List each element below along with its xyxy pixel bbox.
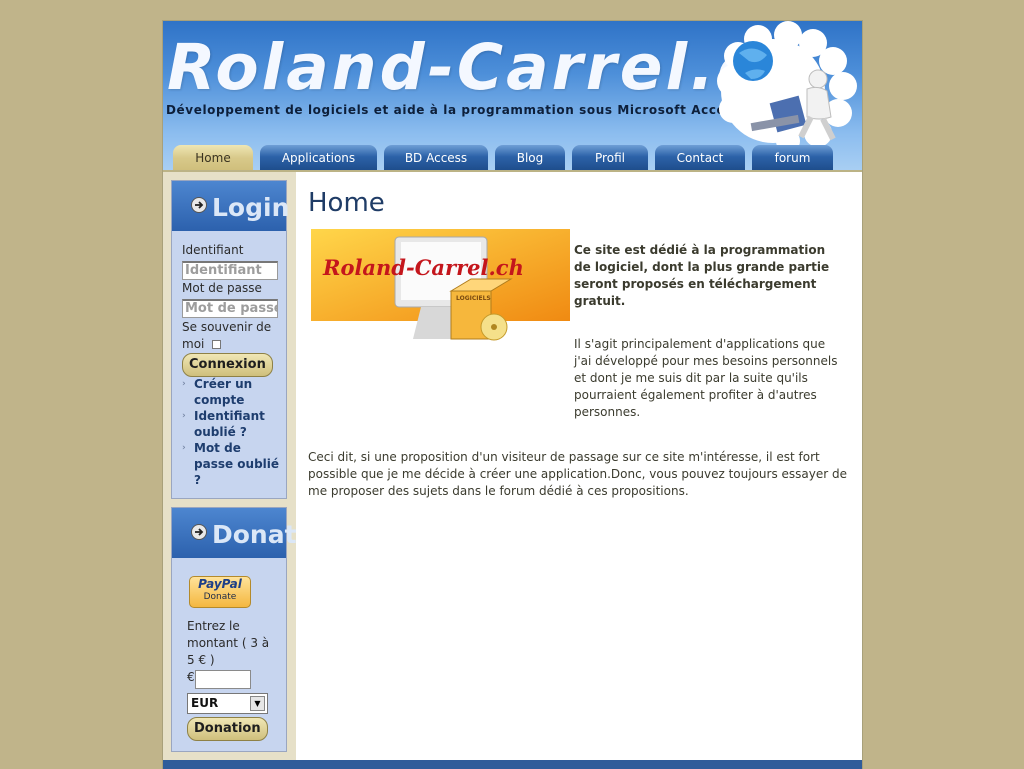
password-input[interactable]: Mot de passe [182,299,278,318]
bullet-icon: › [182,443,186,453]
paragraph-personal-apps: Il s'agit principalement d'applications … [574,337,838,419]
password-label: Mot de passe [182,281,262,295]
tab-profil[interactable]: Profil [572,145,648,171]
paypal-donate-text: Donate [203,592,237,602]
login-module: Login Form Identifiant Identifiant Mot d… [171,180,370,499]
site-header: Roland-Carrel.ch Développement de logici… [163,21,862,171]
intro-text: Ce site est dédié à la programmation de … [574,243,830,308]
currency-select[interactable]: EUR ▼ [187,693,268,714]
amount-label: Entrez le montant ( 3 à 5 € ) [187,619,270,667]
page-title: Home [308,188,385,218]
main-navigation: Home Applications BD Access Blog Profil … [163,145,862,171]
donation-module-header: Donation [172,508,340,558]
logo-text: Roland-Carrel.ch [323,255,524,280]
arrow-right-icon [191,197,207,213]
currency-select-value: EUR [191,696,219,710]
username-label: Identifiant [182,243,244,257]
donation-submit-button[interactable]: Donation [187,717,268,741]
bullet-icon: › [182,411,186,421]
main-content: Home Roland-Carrel.ch LOGICIELS Ce site … [296,172,862,769]
remember-me-checkbox[interactable] [212,340,222,349]
logo-box-label: LOGICIELS [456,295,491,302]
amount-input[interactable] [195,670,251,689]
donation-module: Donation PayPal Donate Entrez le montant… [171,507,340,752]
forgot-username-link[interactable]: › Identifiant oublié ? [182,408,280,440]
page-wrapper: Roland-Carrel.ch Développement de logici… [162,20,863,769]
tab-forum[interactable]: forum [752,145,833,171]
tab-applications[interactable]: Applications [260,145,377,171]
bullet-icon: › [182,379,186,389]
remember-me-row: Se souvenir de moi [182,319,278,353]
forgot-password-link-text[interactable]: Mot de passe oublié ? [194,441,279,487]
tab-contact[interactable]: Contact [655,145,745,171]
paypal-donate-button[interactable]: PayPal Donate [189,576,251,608]
chevron-down-icon[interactable]: ▼ [250,696,265,711]
arrow-right-icon [191,524,207,540]
login-module-header: Login Form [172,181,370,231]
tab-home[interactable]: Home [173,145,253,171]
header-illustration [717,21,857,151]
login-links: › Créer un compte › Identifiant oublié ? ›… [182,376,280,488]
sidebar: Login Form Identifiant Identifiant Mot d… [163,172,370,769]
create-account-link-text[interactable]: Créer un compte [194,377,252,407]
remember-me-label: Se souvenir de moi [182,320,272,351]
forgot-password-link[interactable]: › Mot de passe oublié ? [182,440,280,488]
login-button[interactable]: Connexion [182,353,273,377]
create-account-link[interactable]: › Créer un compte [182,376,280,408]
tab-bd-access[interactable]: BD Access [384,145,488,171]
site-logo-image: Roland-Carrel.ch LOGICIELS [311,229,570,349]
username-input[interactable]: Identifiant [182,261,278,280]
paragraph-proposals: Ceci dit, si une proposition d'un visite… [308,450,847,498]
tab-blog[interactable]: Blog [495,145,565,171]
euro-symbol: € [187,670,195,684]
paypal-logo-text: PayPal [198,577,242,591]
forgot-username-link-text[interactable]: Identifiant oublié ? [194,409,265,439]
